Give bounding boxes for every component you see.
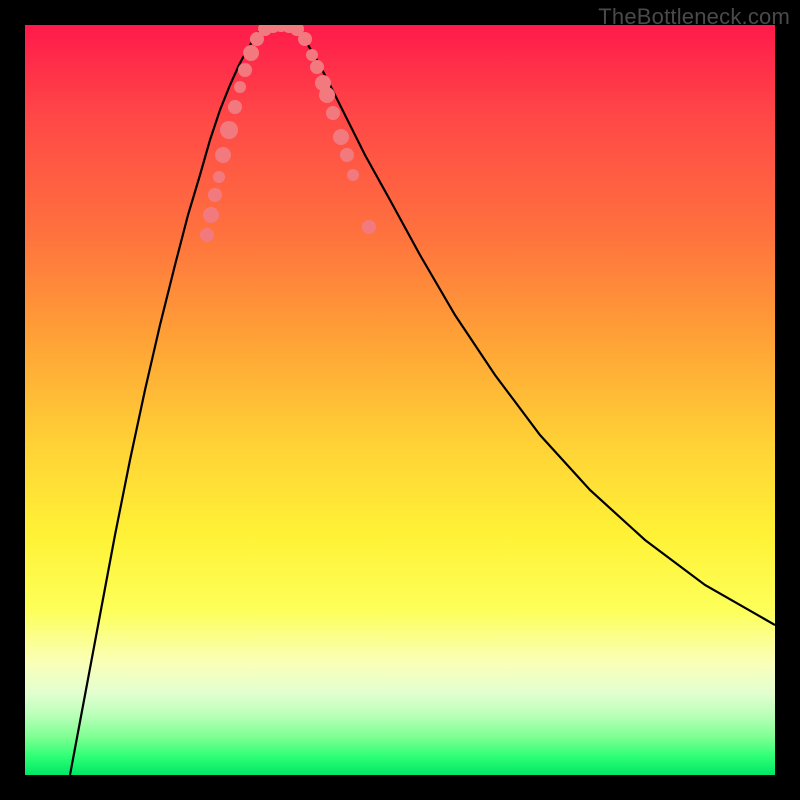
curve-path <box>70 25 775 775</box>
data-point <box>340 148 354 162</box>
data-point <box>310 60 324 74</box>
plot-area <box>25 25 775 775</box>
data-point <box>200 228 214 242</box>
data-point <box>215 147 231 163</box>
data-points <box>200 25 376 242</box>
data-point <box>362 220 376 234</box>
data-point <box>208 188 222 202</box>
data-point <box>203 207 219 223</box>
data-point <box>234 81 246 93</box>
data-point <box>347 169 359 181</box>
data-point <box>326 106 340 120</box>
bottleneck-curve <box>70 25 775 775</box>
data-point <box>228 100 242 114</box>
data-point <box>333 129 349 145</box>
chart-svg <box>25 25 775 775</box>
data-point <box>298 32 312 46</box>
data-point <box>213 171 225 183</box>
data-point <box>319 87 335 103</box>
chart-frame: TheBottleneck.com <box>0 0 800 800</box>
data-point <box>306 49 318 61</box>
watermark-text: TheBottleneck.com <box>598 4 790 30</box>
data-point <box>243 45 259 61</box>
data-point <box>220 121 238 139</box>
data-point <box>238 63 252 77</box>
